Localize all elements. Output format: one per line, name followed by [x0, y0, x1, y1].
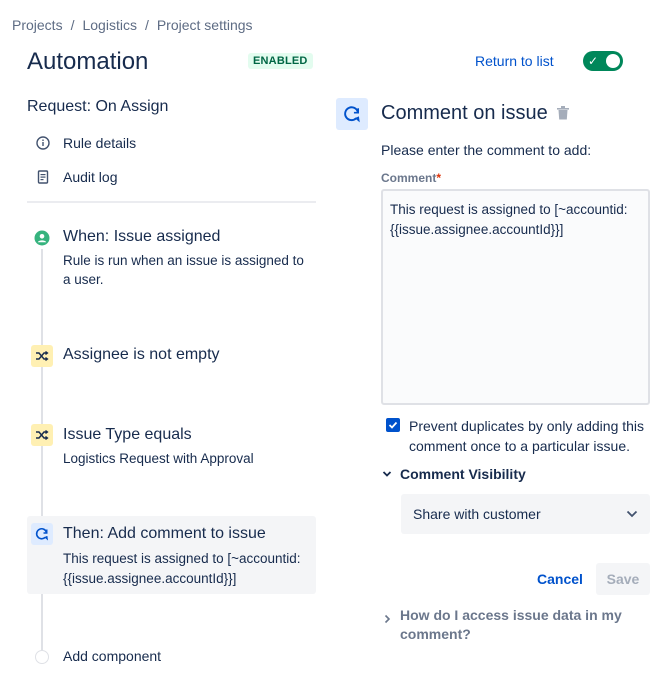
- step-action-desc-line2: {{issue.assignee.accountId}}]: [63, 571, 237, 586]
- step-trigger-desc-line1: Rule is run when an issue is assigned to: [63, 253, 304, 268]
- breadcrumb-project-settings[interactable]: Project settings: [157, 17, 253, 33]
- save-button[interactable]: Save: [596, 563, 650, 595]
- page-title: Automation: [27, 48, 149, 75]
- comment-text-line1: This request is assigned to [~accountid:: [390, 202, 628, 217]
- comment-label-text: Comment: [381, 171, 437, 185]
- breadcrumb-separator: /: [144, 17, 149, 33]
- user-circle-icon: [34, 230, 50, 246]
- divider: [27, 201, 316, 203]
- help-text-line2: comment?: [400, 626, 471, 642]
- cancel-button[interactable]: Cancel: [529, 563, 591, 595]
- return-to-list-link[interactable]: Return to list: [475, 53, 554, 69]
- comment-refresh-icon: [344, 106, 360, 123]
- add-component-dot: [35, 650, 49, 664]
- comment-visibility-value: Share with customer: [413, 506, 541, 522]
- step-trigger-title[interactable]: When: Issue assigned: [63, 228, 220, 246]
- trigger-step-icon-wrap: [31, 227, 53, 249]
- help-text-line1: How do I access issue data in my: [400, 607, 622, 623]
- breadcrumb-separator: /: [70, 17, 75, 33]
- step-condition1-title[interactable]: Assignee is not empty: [63, 346, 220, 364]
- comment-textarea[interactable]: This request is assigned to [~accountid:…: [381, 189, 650, 405]
- prevent-duplicates-label[interactable]: Prevent duplicates by only adding this c…: [409, 416, 654, 456]
- document-icon: [36, 170, 50, 184]
- required-marker: *: [436, 171, 442, 185]
- comment-visibility-toggle[interactable]: Comment Visibility: [382, 466, 526, 482]
- step-condition2-title[interactable]: Issue Type equals: [63, 426, 192, 444]
- breadcrumb-projects[interactable]: Projects: [12, 17, 63, 33]
- check-icon: ✓: [588, 54, 599, 68]
- step-action-desc-line1: This request is assigned to [~accountid:: [63, 551, 301, 566]
- chevron-down-icon: [626, 510, 638, 518]
- chevron-down-icon: [382, 471, 392, 477]
- trash-icon[interactable]: [557, 106, 569, 125]
- comment-field-label: Comment*: [381, 171, 441, 185]
- status-badge: ENABLED: [248, 53, 313, 69]
- audit-log-link[interactable]: Audit log: [36, 169, 117, 185]
- comment-refresh-icon: [35, 528, 49, 541]
- panel-icon-wrap: [336, 98, 368, 130]
- rule-details-label: Rule details: [63, 135, 137, 151]
- breadcrumb-logistics[interactable]: Logistics: [82, 17, 136, 33]
- prevent-duplicates-checkbox[interactable]: [386, 418, 400, 432]
- comment-text-line2: {{issue.assignee.accountId}}]: [390, 222, 564, 237]
- comment-visibility-select[interactable]: Share with customer: [401, 494, 650, 534]
- panel-title: Comment on issue: [381, 102, 548, 124]
- audit-log-label: Audit log: [63, 169, 118, 185]
- check-icon: [388, 421, 398, 429]
- condition2-step-icon-wrap: [31, 424, 53, 446]
- action-step-icon-wrap: [31, 523, 53, 545]
- shuffle-icon: [36, 350, 49, 362]
- add-component-link[interactable]: Add component: [63, 648, 161, 664]
- comment-instruction: Please enter the comment to add:: [381, 142, 592, 158]
- help-text: How do I access issue data in my comment…: [400, 606, 630, 644]
- rule-name: Request: On Assign: [27, 98, 169, 115]
- chevron-right-icon: [384, 614, 391, 624]
- condition1-step-icon-wrap: [31, 345, 53, 367]
- step-trigger-desc-line2: a user.: [63, 272, 104, 287]
- rule-details-link[interactable]: Rule details: [36, 135, 136, 151]
- prevent-duplicates-line2: comment once to a particular issue.: [409, 438, 630, 454]
- shuffle-icon: [36, 429, 49, 441]
- step-action-title[interactable]: Then: Add comment to issue: [63, 525, 266, 543]
- step-condition2-desc: Logistics Request with Approval: [63, 451, 254, 466]
- help-expander[interactable]: How do I access issue data in my comment…: [384, 606, 630, 644]
- breadcrumb: Projects / Logistics / Project settings: [12, 17, 253, 33]
- info-icon: [36, 136, 50, 150]
- toggle-knob: [606, 54, 620, 68]
- comment-visibility-label: Comment Visibility: [400, 466, 526, 482]
- prevent-duplicates-line1: Prevent duplicates by only adding this: [409, 418, 645, 434]
- rule-enabled-toggle[interactable]: ✓: [583, 51, 623, 71]
